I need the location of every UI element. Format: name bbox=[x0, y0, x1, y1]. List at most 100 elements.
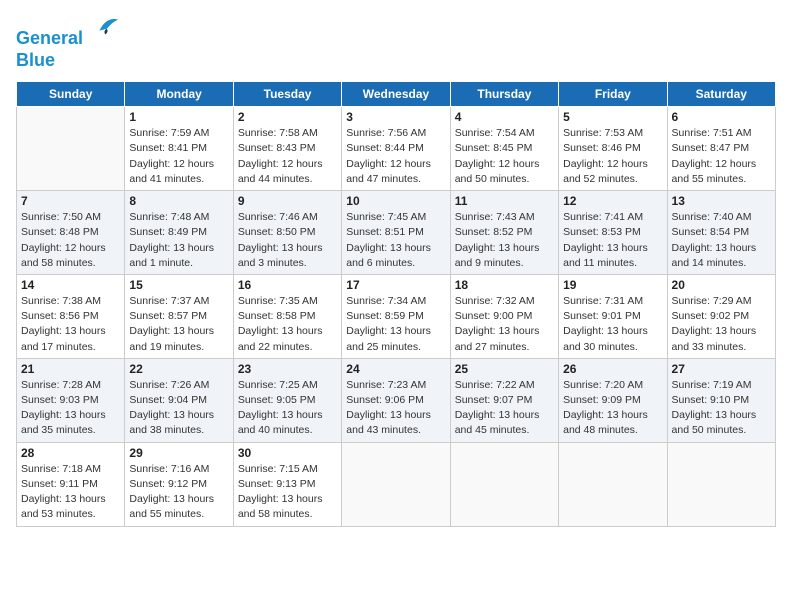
day-number: 8 bbox=[129, 194, 228, 208]
day-number: 9 bbox=[238, 194, 337, 208]
calendar-cell: 1Sunrise: 7:59 AMSunset: 8:41 PMDaylight… bbox=[125, 107, 233, 191]
day-info: Sunrise: 7:58 AMSunset: 8:43 PMDaylight:… bbox=[238, 126, 337, 187]
logo: General Blue bbox=[16, 16, 120, 71]
day-info: Sunrise: 7:20 AMSunset: 9:09 PMDaylight:… bbox=[563, 378, 662, 439]
calendar-cell: 12 Sunrise: 7:41 AMSunset: 8:53 PMDayligh… bbox=[559, 191, 667, 275]
calendar-cell: 17 Sunrise: 7:34 AMSunset: 8:59 PMDayligh… bbox=[342, 274, 450, 358]
calendar-cell: 6 Sunrise: 7:51 AMSunset: 8:47 PMDaylight… bbox=[667, 107, 775, 191]
calendar-cell: 26Sunrise: 7:20 AMSunset: 9:09 PMDayligh… bbox=[559, 358, 667, 442]
day-number: 28 bbox=[21, 446, 120, 460]
calendar-cell: 22 Sunrise: 7:26 AMSunset: 9:04 PMDayligh… bbox=[125, 358, 233, 442]
calendar-week-row: 7 Sunrise: 7:50 AMSunset: 8:48 PMDaylight… bbox=[17, 191, 776, 275]
calendar-week-row: 28Sunrise: 7:18 AMSunset: 9:11 PMDayligh… bbox=[17, 442, 776, 526]
day-info: Sunrise: 7:15 AMSunset: 9:13 PMDaylight:… bbox=[238, 462, 337, 523]
calendar-cell: 21Sunrise: 7:28 AMSunset: 9:03 PMDayligh… bbox=[17, 358, 125, 442]
day-info: Sunrise: 7:28 AMSunset: 9:03 PMDaylight:… bbox=[21, 378, 120, 439]
day-info: Sunrise: 7:37 AMSunset: 8:57 PMDaylight:… bbox=[129, 294, 228, 355]
day-number: 30 bbox=[238, 446, 337, 460]
day-number: 13 bbox=[672, 194, 771, 208]
calendar-cell: 14 Sunrise: 7:38 AMSunset: 8:56 PMDayligh… bbox=[17, 274, 125, 358]
logo-blue: Blue bbox=[16, 50, 55, 70]
calendar-cell: 4 Sunrise: 7:54 AMSunset: 8:45 PMDaylight… bbox=[450, 107, 558, 191]
day-info: Sunrise: 7:41 AMSunset: 8:53 PMDaylight:… bbox=[563, 210, 662, 271]
day-info: Sunrise: 7:54 AMSunset: 8:45 PMDaylight:… bbox=[455, 126, 554, 187]
day-info: Sunrise: 7:51 AMSunset: 8:47 PMDaylight:… bbox=[672, 126, 771, 187]
day-info: Sunrise: 7:25 AMSunset: 9:05 PMDaylight:… bbox=[238, 378, 337, 439]
calendar-cell: 9Sunrise: 7:46 AMSunset: 8:50 PMDaylight… bbox=[233, 191, 341, 275]
calendar-cell: 5 Sunrise: 7:53 AMSunset: 8:46 PMDaylight… bbox=[559, 107, 667, 191]
day-number: 17 bbox=[346, 278, 445, 292]
day-info: Sunrise: 7:40 AMSunset: 8:54 PMDaylight:… bbox=[672, 210, 771, 271]
day-info: Sunrise: 7:38 AMSunset: 8:56 PMDaylight:… bbox=[21, 294, 120, 355]
calendar-cell bbox=[559, 442, 667, 526]
calendar-cell: 24Sunrise: 7:23 AMSunset: 9:06 PMDayligh… bbox=[342, 358, 450, 442]
day-info: Sunrise: 7:19 AMSunset: 9:10 PMDaylight:… bbox=[672, 378, 771, 439]
day-number: 22 bbox=[129, 362, 228, 376]
day-number: 5 bbox=[563, 110, 662, 124]
calendar-cell: 23 Sunrise: 7:25 AMSunset: 9:05 PMDayligh… bbox=[233, 358, 341, 442]
day-number: 6 bbox=[672, 110, 771, 124]
calendar-cell: 19 Sunrise: 7:31 AMSunset: 9:01 PMDayligh… bbox=[559, 274, 667, 358]
day-number: 29 bbox=[129, 446, 228, 460]
day-info: Sunrise: 7:31 AMSunset: 9:01 PMDaylight:… bbox=[563, 294, 662, 355]
day-info: Sunrise: 7:16 AMSunset: 9:12 PMDaylight:… bbox=[129, 462, 228, 523]
day-info: Sunrise: 7:32 AMSunset: 9:00 PMDaylight:… bbox=[455, 294, 554, 355]
calendar-week-row: 14 Sunrise: 7:38 AMSunset: 8:56 PMDayligh… bbox=[17, 274, 776, 358]
day-info: Sunrise: 7:48 AMSunset: 8:49 PMDaylight:… bbox=[129, 210, 228, 271]
weekday-header: Tuesday bbox=[233, 82, 341, 107]
day-number: 18 bbox=[455, 278, 554, 292]
calendar-cell: 3 Sunrise: 7:56 AMSunset: 8:44 PMDaylight… bbox=[342, 107, 450, 191]
day-info: Sunrise: 7:22 AMSunset: 9:07 PMDaylight:… bbox=[455, 378, 554, 439]
day-number: 7 bbox=[21, 194, 120, 208]
day-number: 4 bbox=[455, 110, 554, 124]
calendar-cell bbox=[17, 107, 125, 191]
calendar-cell: 27Sunrise: 7:19 AMSunset: 9:10 PMDayligh… bbox=[667, 358, 775, 442]
page-header: General Blue bbox=[16, 16, 776, 71]
logo-bird-icon bbox=[92, 12, 120, 40]
day-number: 23 bbox=[238, 362, 337, 376]
weekday-header: Friday bbox=[559, 82, 667, 107]
day-number: 24 bbox=[346, 362, 445, 376]
day-info: Sunrise: 7:34 AMSunset: 8:59 PMDaylight:… bbox=[346, 294, 445, 355]
calendar-header-row: SundayMondayTuesdayWednesdayThursdayFrid… bbox=[17, 82, 776, 107]
day-info: Sunrise: 7:50 AMSunset: 8:48 PMDaylight:… bbox=[21, 210, 120, 271]
day-number: 11 bbox=[455, 194, 554, 208]
day-number: 14 bbox=[21, 278, 120, 292]
weekday-header: Thursday bbox=[450, 82, 558, 107]
calendar-week-row: 1Sunrise: 7:59 AMSunset: 8:41 PMDaylight… bbox=[17, 107, 776, 191]
calendar-week-row: 21Sunrise: 7:28 AMSunset: 9:03 PMDayligh… bbox=[17, 358, 776, 442]
calendar-cell: 18 Sunrise: 7:32 AMSunset: 9:00 PMDayligh… bbox=[450, 274, 558, 358]
calendar-cell: 11Sunrise: 7:43 AMSunset: 8:52 PMDayligh… bbox=[450, 191, 558, 275]
weekday-header: Wednesday bbox=[342, 82, 450, 107]
day-number: 19 bbox=[563, 278, 662, 292]
day-number: 25 bbox=[455, 362, 554, 376]
calendar-cell bbox=[450, 442, 558, 526]
day-number: 12 bbox=[563, 194, 662, 208]
logo-text: General Blue bbox=[16, 16, 120, 71]
weekday-header: Monday bbox=[125, 82, 233, 107]
day-number: 1 bbox=[129, 110, 228, 124]
day-number: 3 bbox=[346, 110, 445, 124]
day-number: 16 bbox=[238, 278, 337, 292]
calendar-cell: 15 Sunrise: 7:37 AMSunset: 8:57 PMDayligh… bbox=[125, 274, 233, 358]
day-number: 2 bbox=[238, 110, 337, 124]
calendar-cell: 25 Sunrise: 7:22 AMSunset: 9:07 PMDayligh… bbox=[450, 358, 558, 442]
calendar-cell: 8 Sunrise: 7:48 AMSunset: 8:49 PMDaylight… bbox=[125, 191, 233, 275]
logo-general: General bbox=[16, 28, 83, 48]
day-info: Sunrise: 7:56 AMSunset: 8:44 PMDaylight:… bbox=[346, 126, 445, 187]
weekday-header: Sunday bbox=[17, 82, 125, 107]
day-info: Sunrise: 7:26 AMSunset: 9:04 PMDaylight:… bbox=[129, 378, 228, 439]
calendar-cell: 10 Sunrise: 7:45 AMSunset: 8:51 PMDayligh… bbox=[342, 191, 450, 275]
calendar-cell bbox=[342, 442, 450, 526]
day-info: Sunrise: 7:53 AMSunset: 8:46 PMDaylight:… bbox=[563, 126, 662, 187]
day-info: Sunrise: 7:29 AMSunset: 9:02 PMDaylight:… bbox=[672, 294, 771, 355]
calendar-cell: 28Sunrise: 7:18 AMSunset: 9:11 PMDayligh… bbox=[17, 442, 125, 526]
calendar-cell bbox=[667, 442, 775, 526]
day-number: 15 bbox=[129, 278, 228, 292]
calendar-cell: 30 Sunrise: 7:15 AMSunset: 9:13 PMDayligh… bbox=[233, 442, 341, 526]
day-number: 10 bbox=[346, 194, 445, 208]
calendar-cell: 13 Sunrise: 7:40 AMSunset: 8:54 PMDayligh… bbox=[667, 191, 775, 275]
day-info: Sunrise: 7:45 AMSunset: 8:51 PMDaylight:… bbox=[346, 210, 445, 271]
calendar-table: SundayMondayTuesdayWednesdayThursdayFrid… bbox=[16, 81, 776, 526]
calendar-cell: 2 Sunrise: 7:58 AMSunset: 8:43 PMDaylight… bbox=[233, 107, 341, 191]
